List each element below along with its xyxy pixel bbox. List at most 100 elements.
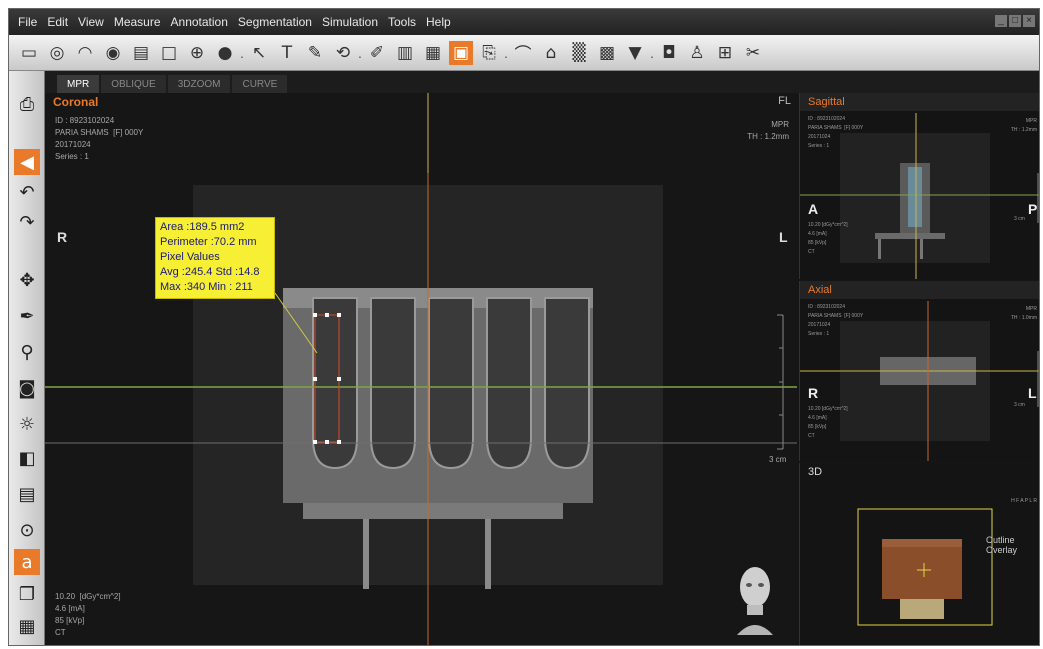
sagittal-orientation-p: P xyxy=(1028,201,1038,217)
crosshair-icon[interactable]: ⊕ xyxy=(185,41,209,65)
sagittal-viewport[interactable]: Sagittal ID : 8923102024 PARIA SHAMS [F]… xyxy=(799,93,1039,279)
view-3d-title: 3D xyxy=(808,466,823,478)
panorama-icon[interactable]: ▩ xyxy=(595,41,619,65)
menu-file[interactable]: File xyxy=(13,9,42,35)
view-3d-viewport[interactable]: 3D H F A P L R Outline Overlay xyxy=(799,463,1039,645)
maximize-button[interactable]: □ xyxy=(1009,15,1021,27)
measurement-pixel-values: Pixel Values xyxy=(160,251,220,263)
axial-orientation-l: L xyxy=(1028,385,1037,401)
coronal-viewport[interactable]: Coronal FL ID : 8923102024 PARIA SHAMS [… xyxy=(45,93,797,645)
menu-segmentation[interactable]: Segmentation xyxy=(233,9,317,35)
patient-info: ID : 8923102024 PARIA SHAMS [F] 000Y 201… xyxy=(55,116,144,161)
chart-icon[interactable]: ▦ xyxy=(421,41,445,65)
tab-oblique[interactable]: OBLIQUE xyxy=(101,75,166,93)
menu-annotation[interactable]: Annotation xyxy=(166,9,233,35)
menu-simulation[interactable]: Simulation xyxy=(317,9,383,35)
sagittal-dose-info: 10.20 [dGy*cm^2] 4.6 [mA] 85 [kVp] CT xyxy=(808,222,848,255)
measurement-callout[interactable]: Area :189.5 mm2 Perimeter :70.2 mm Pixel… xyxy=(155,217,275,299)
minimize-button[interactable]: _ xyxy=(995,15,1007,27)
window-icon[interactable]: □ xyxy=(157,41,181,65)
camera-icon[interactable]: ◘ xyxy=(657,41,681,65)
bucket-icon[interactable]: ● xyxy=(213,41,237,65)
pointer-icon[interactable]: ◀ xyxy=(14,149,40,175)
zoom-icon[interactable]: ⚲ xyxy=(14,339,40,365)
teeth-icon[interactable]: ▒ xyxy=(567,41,591,65)
pencil-icon[interactable]: ✎ xyxy=(303,41,327,65)
layout-icon[interactable]: ⊞ xyxy=(713,41,737,65)
left-toolbar: ⎙ ◀ ↶ ↷ ✥ ✒ ⚲ ◙ ☼ ◧ ▤ ⊙ a ❐ ▦ xyxy=(9,71,45,645)
toolbar-separator: . xyxy=(358,44,362,61)
menu-edit[interactable]: Edit xyxy=(42,9,73,35)
scale-label: 3 cm xyxy=(769,455,787,464)
text-icon[interactable]: T xyxy=(275,41,299,65)
sagittal-scale: 3 cm xyxy=(1014,216,1025,222)
print-icon[interactable]: ⎙ xyxy=(14,91,40,117)
checker-icon[interactable]: ▦ xyxy=(14,613,40,639)
protractor-icon[interactable]: ◠ xyxy=(73,41,97,65)
close-button[interactable]: × xyxy=(1023,15,1035,27)
measurement-perimeter: Perimeter :70.2 mm xyxy=(160,236,257,248)
volume-icon[interactable]: ⌂ xyxy=(539,41,563,65)
menu-view[interactable]: View xyxy=(73,9,109,35)
axial-scale: 3 cm xyxy=(1014,402,1025,408)
axial-patient-info: ID : 8923102024 PARIA SHAMS [F] 000Y 201… xyxy=(808,304,864,337)
copy-icon[interactable]: ❐ xyxy=(14,581,40,607)
tab-3dzoom[interactable]: 3DZOOM xyxy=(167,75,231,93)
export-icon[interactable]: ⎘ xyxy=(477,41,501,65)
sagittal-orientation-a: A xyxy=(808,201,819,217)
view-tabs: MPR OBLIQUE 3DZOOM CURVE xyxy=(45,71,1039,93)
toolbar-separator: . xyxy=(504,44,508,61)
head-orientation-icon[interactable] xyxy=(733,563,777,635)
coronal-scan-image xyxy=(45,93,797,645)
curve-icon[interactable]: ⌒ xyxy=(511,41,535,65)
magnify-icon[interactable]: ⊙ xyxy=(14,517,40,543)
menu-help[interactable]: Help xyxy=(421,9,456,35)
stack-icon[interactable]: ▤ xyxy=(14,481,40,507)
tab-mpr[interactable]: MPR xyxy=(57,75,100,93)
tab-curve[interactable]: CURVE xyxy=(232,75,288,93)
arrow-icon[interactable]: ↖ xyxy=(247,41,271,65)
report-icon[interactable]: ▥ xyxy=(393,41,417,65)
ruler-icon[interactable]: ▭ xyxy=(17,41,41,65)
redo-icon[interactable]: ↷ xyxy=(14,209,40,235)
invert-icon[interactable]: ◙ xyxy=(14,375,40,401)
edit-icon[interactable]: ✐ xyxy=(365,41,389,65)
orientation-right-label: R xyxy=(57,229,68,245)
app-window: File Edit View Measure Annotation Segmen… xyxy=(8,8,1040,646)
menu-tools[interactable]: Tools xyxy=(383,9,421,35)
lasso-icon[interactable]: ⟲ xyxy=(331,41,355,65)
coronal-title: Coronal xyxy=(53,95,99,109)
measurement-area: Area :189.5 mm2 xyxy=(160,221,245,233)
angle-icon[interactable]: ◎ xyxy=(45,41,69,65)
gradient-icon[interactable]: ◧ xyxy=(14,445,40,471)
toolbar-separator: . xyxy=(650,44,654,61)
menu-measure[interactable]: Measure xyxy=(109,9,166,35)
axial-viewport[interactable]: Axial ID : 8923102024 PARIA SHAMS [F] 00… xyxy=(799,281,1039,461)
layers-icon[interactable]: ▣ xyxy=(449,40,473,65)
contrast-pen-icon[interactable]: ✒ xyxy=(14,303,40,329)
view-3d-orientation-letters: H F A P L R xyxy=(1011,498,1037,504)
mode-info: MPR TH : 1.2mm xyxy=(747,120,789,141)
axial-orientation-r: R xyxy=(808,385,819,401)
toolbar-separator: . xyxy=(240,44,244,61)
implant-icon[interactable]: ▼ xyxy=(623,41,647,65)
measurement-avg-std: Avg :245.4 Std :14.8 xyxy=(160,266,260,278)
axial-mode-info: MPR TH : 1.0mm xyxy=(1010,306,1037,321)
sagittal-patient-info: ID : 8923102024 PARIA SHAMS [F] 000Y 201… xyxy=(808,116,864,149)
menu-bar: File Edit View Measure Annotation Segmen… xyxy=(9,9,1039,35)
window-controls: _ □ × xyxy=(995,15,1035,27)
roi-icon[interactable]: ◉ xyxy=(101,41,125,65)
profile-icon[interactable]: ▤ xyxy=(129,41,153,65)
measurement-max-min: Max :340 Min : 211 xyxy=(160,281,253,293)
viewport-fl-label[interactable]: FL xyxy=(778,95,791,107)
axial-header xyxy=(800,281,1039,299)
outline-overlay-label[interactable]: Outline Overlay xyxy=(986,535,1039,555)
undo-icon[interactable]: ↶ xyxy=(14,179,40,205)
annotation-icon[interactable]: a xyxy=(14,549,40,575)
pan-icon[interactable]: ✥ xyxy=(14,267,40,293)
person-icon[interactable]: ♙ xyxy=(685,41,709,65)
tools-icon[interactable]: ✂ xyxy=(741,41,765,65)
orientation-left-label: L xyxy=(779,229,788,245)
axial-dose-info: 10.20 [dGy*cm^2] 4.6 [mA] 85 [kVp] CT xyxy=(808,406,848,439)
brightness-icon[interactable]: ☼ xyxy=(14,411,40,437)
